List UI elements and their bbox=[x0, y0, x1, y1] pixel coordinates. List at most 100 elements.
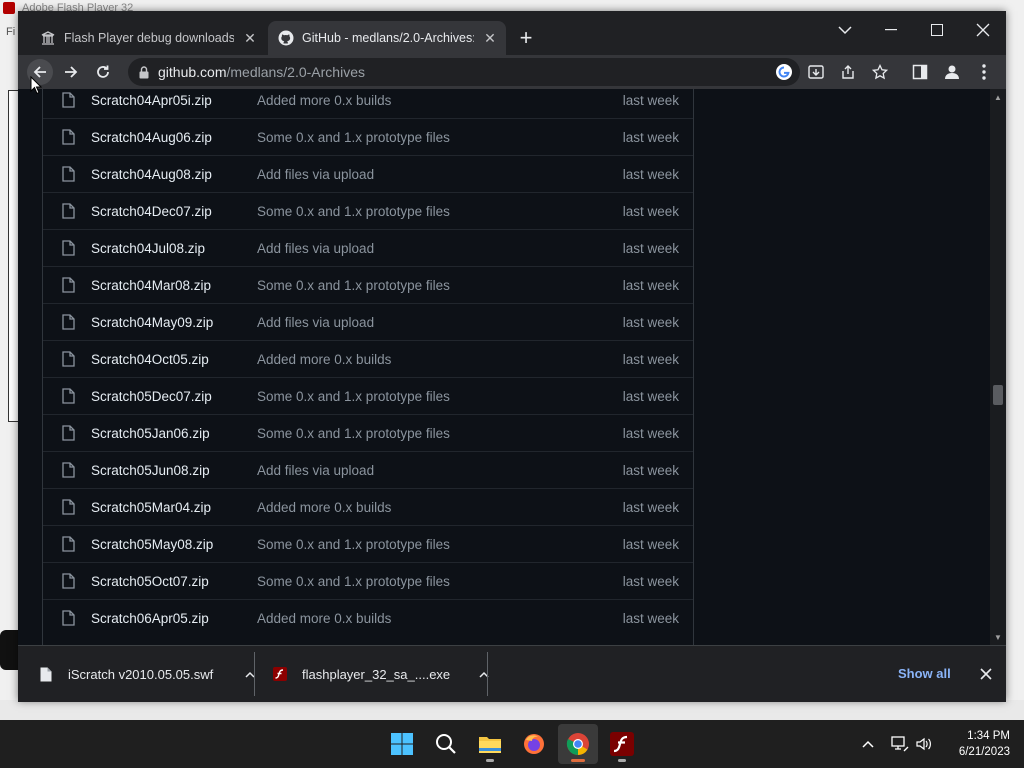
commit-message-link[interactable]: Some 0.x and 1.x prototype files bbox=[257, 389, 450, 404]
file-row[interactable]: Scratch04Aug08.zip Add files via upload la… bbox=[43, 155, 693, 192]
windows-logo-icon bbox=[391, 733, 413, 755]
commit-message-link[interactable]: Some 0.x and 1.x prototype files bbox=[257, 204, 450, 219]
file-name-link[interactable]: Scratch04Dec07.zip bbox=[91, 204, 212, 219]
bookmark-star-icon[interactable] bbox=[868, 60, 892, 84]
background-app-edge bbox=[0, 630, 18, 670]
file-row[interactable]: Scratch06Apr05.zip Added more 0.x builds l… bbox=[43, 599, 693, 636]
show-all-button[interactable]: Show all bbox=[898, 666, 951, 681]
file-name-link[interactable]: Scratch06Apr05.zip bbox=[91, 611, 209, 626]
address-bar[interactable]: github.com/medlans/2.0-Archives bbox=[128, 58, 800, 86]
file-name-link[interactable]: Scratch04Apr05i.zip bbox=[91, 93, 212, 108]
commit-message-link[interactable]: Added more 0.x builds bbox=[257, 93, 391, 108]
file-name-link[interactable]: Scratch04Aug08.zip bbox=[91, 167, 212, 182]
file-name-link[interactable]: Scratch04Jul08.zip bbox=[91, 241, 205, 256]
commit-message-link[interactable]: Add files via upload bbox=[257, 241, 374, 256]
download-filename: flashplayer_32_sa_....exe bbox=[302, 666, 451, 682]
file-name-link[interactable]: Scratch05Dec07.zip bbox=[91, 389, 212, 404]
file-name-link[interactable]: Scratch05May08.zip bbox=[91, 537, 213, 552]
network-icon[interactable] bbox=[890, 734, 910, 754]
commit-message-link[interactable]: Add files via upload bbox=[257, 315, 374, 330]
commit-message-link[interactable]: Add files via upload bbox=[257, 167, 374, 182]
tab-close-icon[interactable]: ✕ bbox=[482, 30, 498, 46]
volume-icon[interactable] bbox=[914, 734, 934, 754]
download-separator bbox=[487, 652, 488, 696]
scrollbar-thumb[interactable] bbox=[993, 385, 1003, 405]
file-name-link[interactable]: Scratch04Aug06.zip bbox=[91, 130, 212, 145]
file-name-link[interactable]: Scratch05Jan06.zip bbox=[91, 426, 210, 441]
minimize-button[interactable] bbox=[868, 15, 914, 45]
side-panel-icon[interactable] bbox=[908, 60, 932, 84]
file-row[interactable]: Scratch04Apr05i.zip Added more 0.x builds… bbox=[43, 89, 693, 118]
scroll-down-arrow-icon[interactable]: ▼ bbox=[990, 629, 1006, 645]
file-explorer-button[interactable] bbox=[470, 724, 510, 764]
commit-message-link[interactable]: Some 0.x and 1.x prototype files bbox=[257, 130, 450, 145]
google-lens-icon[interactable] bbox=[772, 60, 796, 84]
file-row[interactable]: Scratch05Mar04.zip Added more 0.x builds l… bbox=[43, 488, 693, 525]
file-row[interactable]: Scratch05May08.zip Some 0.x and 1.x proto… bbox=[43, 525, 693, 562]
commit-message-link[interactable]: Some 0.x and 1.x prototype files bbox=[257, 278, 450, 293]
forward-button[interactable] bbox=[58, 59, 84, 85]
file-icon bbox=[61, 277, 75, 293]
scroll-up-arrow-icon[interactable]: ▲ bbox=[990, 89, 1006, 105]
file-row[interactable]: Scratch04May09.zip Add files via upload la… bbox=[43, 303, 693, 340]
file-row[interactable]: Scratch04Dec07.zip Some 0.x and 1.x proto… bbox=[43, 192, 693, 229]
running-indicator bbox=[618, 759, 626, 762]
chevron-up-icon[interactable] bbox=[476, 666, 492, 682]
commit-message-link[interactable]: Some 0.x and 1.x prototype files bbox=[257, 574, 450, 589]
file-icon bbox=[38, 665, 54, 683]
file-row[interactable]: Scratch04Aug06.zip Some 0.x and 1.x proto… bbox=[43, 118, 693, 155]
flash-player-button[interactable] bbox=[602, 724, 642, 764]
file-name-link[interactable]: Scratch04Oct05.zip bbox=[91, 352, 209, 367]
commit-date: last week bbox=[622, 462, 679, 478]
commit-message-link[interactable]: Some 0.x and 1.x prototype files bbox=[257, 426, 450, 441]
tab-search-button[interactable] bbox=[830, 15, 860, 45]
tab-flash-downloads[interactable]: Flash Player debug downloads - I ✕ bbox=[30, 21, 266, 55]
maximize-button[interactable] bbox=[914, 15, 960, 45]
file-name-link[interactable]: Scratch04May09.zip bbox=[91, 315, 213, 330]
commit-message-link[interactable]: Added more 0.x builds bbox=[257, 611, 391, 626]
commit-date: last week bbox=[622, 314, 679, 330]
file-row[interactable]: Scratch05Dec07.zip Some 0.x and 1.x proto… bbox=[43, 377, 693, 414]
file-row[interactable]: Scratch04Mar08.zip Some 0.x and 1.x proto… bbox=[43, 266, 693, 303]
commit-message-link[interactable]: Add files via upload bbox=[257, 463, 374, 478]
commit-message-link[interactable]: Some 0.x and 1.x prototype files bbox=[257, 537, 450, 552]
file-row[interactable]: Scratch04Oct05.zip Added more 0.x builds l… bbox=[43, 340, 693, 377]
tab-github[interactable]: GitHub - medlans/2.0-Archives: S ✕ bbox=[268, 21, 506, 55]
search-button[interactable] bbox=[426, 724, 466, 764]
chrome-icon bbox=[566, 733, 589, 755]
file-row[interactable]: Scratch04Jul08.zip Add files via upload la… bbox=[43, 229, 693, 266]
file-name-link[interactable]: Scratch05Jun08.zip bbox=[91, 463, 210, 478]
download-item[interactable]: iScratch v2010.05.05.swf bbox=[38, 654, 255, 694]
close-window-button[interactable] bbox=[960, 15, 1006, 45]
install-app-icon[interactable] bbox=[804, 60, 828, 84]
chevron-up-icon[interactable] bbox=[242, 666, 258, 682]
start-button[interactable] bbox=[382, 724, 422, 764]
file-row[interactable]: Scratch05Jun08.zip Add files via upload la… bbox=[43, 451, 693, 488]
file-name-link[interactable]: Scratch04Mar08.zip bbox=[91, 278, 211, 293]
chrome-button[interactable] bbox=[558, 724, 598, 764]
browser-toolbar: github.com/medlans/2.0-Archives bbox=[18, 55, 1006, 89]
close-shelf-icon[interactable] bbox=[976, 664, 996, 684]
tab-close-icon[interactable]: ✕ bbox=[242, 30, 258, 46]
file-icon bbox=[61, 462, 75, 478]
file-name-link[interactable]: Scratch05Mar04.zip bbox=[91, 500, 211, 515]
tray-overflow-button[interactable] bbox=[858, 734, 878, 754]
tab-title: Flash Player debug downloads - I bbox=[64, 31, 234, 45]
github-icon bbox=[278, 30, 294, 46]
file-row[interactable]: Scratch05Oct07.zip Some 0.x and 1.x proto… bbox=[43, 562, 693, 599]
menu-kebab-icon[interactable] bbox=[972, 60, 996, 84]
commit-date: last week bbox=[622, 203, 679, 219]
file-icon bbox=[61, 499, 75, 515]
profile-icon[interactable] bbox=[940, 60, 964, 84]
firefox-button[interactable] bbox=[514, 724, 554, 764]
page-scrollbar[interactable]: ▲ ▼ bbox=[990, 89, 1006, 645]
commit-message-link[interactable]: Added more 0.x builds bbox=[257, 352, 391, 367]
reload-button[interactable] bbox=[90, 59, 116, 85]
file-row[interactable]: Scratch05Jan06.zip Some 0.x and 1.x proto… bbox=[43, 414, 693, 451]
new-tab-button[interactable]: + bbox=[514, 25, 538, 50]
share-icon[interactable] bbox=[836, 60, 860, 84]
taskbar-clock[interactable]: 1:34 PM 6/21/2023 bbox=[944, 728, 1010, 760]
file-name-link[interactable]: Scratch05Oct07.zip bbox=[91, 574, 209, 589]
commit-message-link[interactable]: Added more 0.x builds bbox=[257, 500, 391, 515]
download-item[interactable]: flashplayer_32_sa_....exe bbox=[272, 654, 489, 694]
